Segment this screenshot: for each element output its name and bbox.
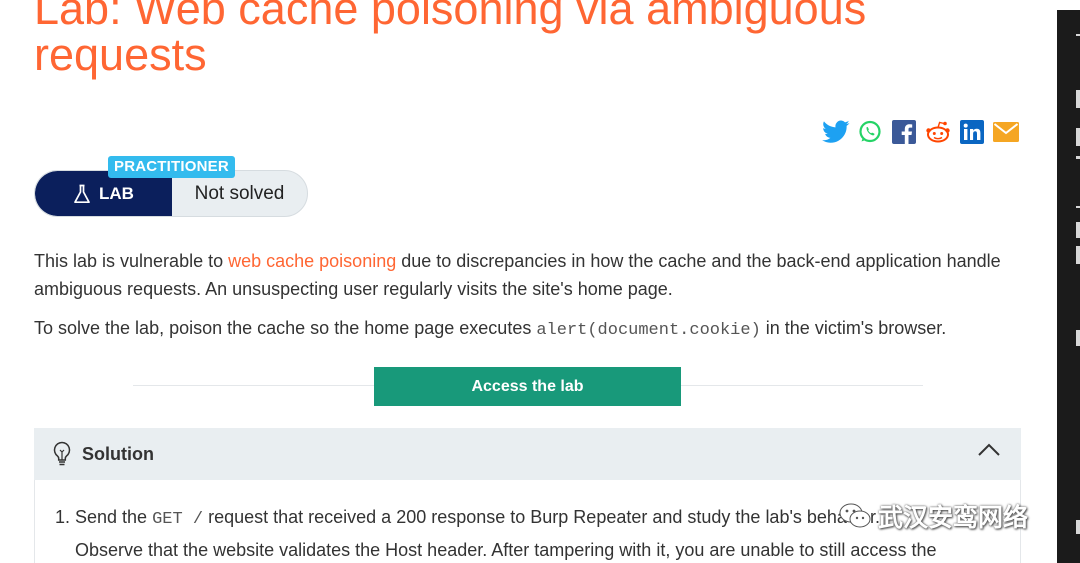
step-text: request that received a 200 response to …: [203, 507, 880, 527]
email-icon[interactable]: [992, 119, 1020, 145]
whatsapp-icon[interactable]: [856, 119, 884, 145]
solution-title: Solution: [82, 443, 154, 464]
access-lab-button[interactable]: Access the lab: [374, 367, 681, 406]
lab-type-label: LAB: [99, 183, 134, 203]
web-cache-poisoning-link[interactable]: web cache poisoning: [228, 251, 396, 271]
wechat-icon: [839, 503, 871, 528]
description-text: in the victim's browser.: [760, 318, 947, 338]
chevron-up-icon[interactable]: [977, 442, 1001, 458]
share-bar: [822, 118, 1020, 146]
page-title: Lab: Web cache poisoning via ambiguous r…: [34, 0, 1034, 78]
page-title-line2: requests: [34, 29, 207, 80]
code-snippet: GET /: [152, 510, 204, 529]
step-text: Send the: [75, 507, 153, 527]
flask-icon: [74, 184, 90, 203]
description-text: This lab is vulnerable to: [34, 251, 229, 271]
solution-header[interactable]: Solution: [34, 428, 1021, 480]
description-paragraph-1: This lab is vulnerable to web cache pois…: [34, 247, 1024, 303]
page-title-line1: Lab: Web cache poisoning via ambiguous: [34, 0, 867, 34]
step-number: 1.: [55, 507, 71, 527]
reddit-icon[interactable]: [924, 119, 952, 145]
facebook-icon[interactable]: [890, 119, 918, 145]
linkedin-icon[interactable]: [958, 119, 986, 145]
twitter-icon[interactable]: [822, 119, 850, 145]
right-sidebar-edge: [1057, 10, 1080, 563]
level-badge: PRACTITIONER: [108, 156, 235, 178]
lightbulb-icon: [53, 441, 71, 466]
watermark-text: 武汉安鸾网络: [878, 504, 1029, 532]
step-text-continued: Observe that the website validates the H…: [75, 540, 937, 560]
watermark: 武汉安鸾网络: [838, 498, 1028, 534]
description-text: To solve the lab, poison the cache so th…: [34, 318, 537, 338]
description-paragraph-2: To solve the lab, poison the cache so th…: [34, 314, 1024, 345]
code-snippet: alert(document.cookie): [536, 321, 761, 340]
